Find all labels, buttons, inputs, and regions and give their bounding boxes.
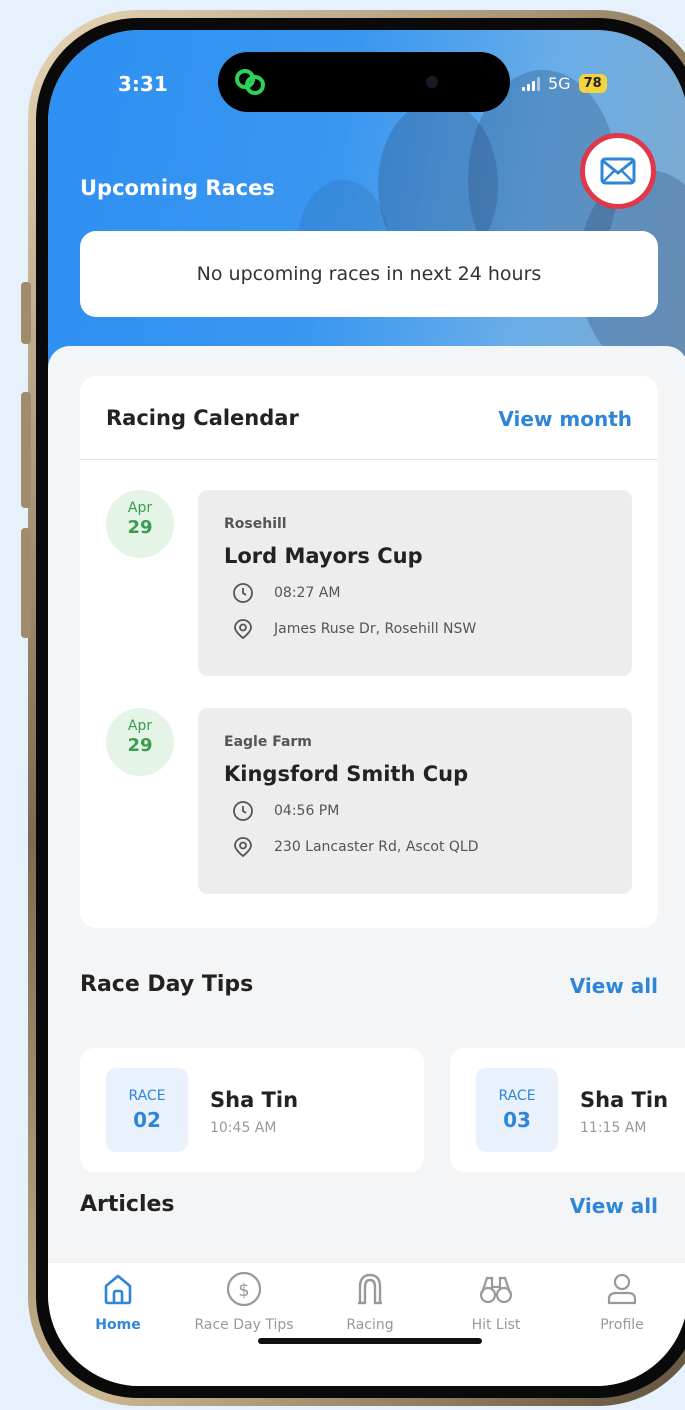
binoculars-icon [479,1276,513,1304]
event-name: Kingsford Smith Cup [224,762,469,786]
tip-venue: Sha Tin [580,1088,669,1112]
dollar-icon: $ [226,1271,262,1307]
status-indicators: 5G 78 [522,74,607,93]
tab-label: Hit List [471,1317,521,1333]
tab-racing[interactable]: Racing [310,1269,430,1333]
event-name: Lord Mayors Cup [224,544,423,568]
calendar-event[interactable]: Apr 29 Eagle Farm Kingsford Smith Cup 04… [80,708,658,898]
no-races-text: No upcoming races in next 24 hours [196,263,542,285]
phone-action-button [21,282,31,344]
race-label: RACE [128,1088,166,1104]
front-camera [426,76,438,88]
clock-icon [233,583,253,603]
event-venue: Eagle Farm [224,734,312,750]
tab-race-day-tips[interactable]: $ Race Day Tips [184,1269,304,1333]
event-time-row: 04:56 PM [224,800,632,822]
tab-home[interactable]: Home [58,1269,178,1333]
bottom-tab-bar: Home $ Race Day Tips Racing Hit List Pro… [48,1262,685,1386]
mail-button[interactable] [580,133,656,209]
event-address: 230 Lancaster Rd, Ascot QLD [274,839,479,855]
tab-label: Racing [346,1317,394,1333]
horseshoe-icon [358,1273,382,1305]
event-card[interactable]: Rosehill Lord Mayors Cup 08:27 AM James … [198,490,632,676]
race-number-badge: RACE 02 [106,1068,188,1152]
tab-label: Home [95,1317,141,1333]
race-number: 02 [133,1108,161,1132]
event-card[interactable]: Eagle Farm Kingsford Smith Cup 04:56 PM [198,708,632,894]
articles-title: Articles [80,1192,175,1217]
date-month: Apr [127,500,153,516]
battery-indicator: 78 [578,74,607,93]
tip-venue: Sha Tin [210,1088,299,1112]
tips-view-all-link[interactable]: View all [570,974,658,998]
tip-time: 10:45 AM [210,1120,277,1136]
race-number: 03 [503,1108,531,1132]
clock-icon [233,801,253,821]
location-pin-icon [234,837,252,858]
user-icon [607,1273,637,1305]
calendar-title: Racing Calendar [106,406,299,430]
network-type: 5G [548,74,571,93]
race-label: RACE [498,1088,536,1104]
svg-text:$: $ [238,1280,249,1301]
signal-icon [522,76,540,91]
tips-carousel[interactable]: RACE 02 Sha Tin 10:45 AM RACE 03 Sha Tin… [80,1048,685,1172]
event-address: James Ruse Dr, Rosehill NSW [274,621,477,637]
view-month-link[interactable]: View month [498,407,632,431]
event-location-row: James Ruse Dr, Rosehill NSW [224,618,632,640]
upcoming-races-title: Upcoming Races [80,176,275,200]
calendar-header: Racing Calendar View month [80,376,658,460]
main-content: Racing Calendar View month Apr 29 Rosehi… [48,346,685,1386]
tip-card[interactable]: RACE 02 Sha Tin 10:45 AM [80,1048,424,1172]
event-time: 04:56 PM [274,803,340,819]
event-time-row: 08:27 AM [224,582,632,604]
racing-calendar-card: Racing Calendar View month Apr 29 Rosehi… [80,376,658,928]
date-day: 29 [127,517,153,538]
phone-volume-down-button [21,528,31,638]
event-time: 08:27 AM [274,585,341,601]
mail-icon [600,157,636,185]
date-badge: Apr 29 [106,490,174,558]
date-badge: Apr 29 [106,708,174,776]
articles-view-all-link[interactable]: View all [570,1194,658,1218]
link-icon [235,69,265,95]
dynamic-island [218,52,510,112]
race-day-tips-title: Race Day Tips [80,972,254,997]
date-month: Apr [127,718,153,734]
upcoming-races-message: No upcoming races in next 24 hours [80,231,658,317]
tab-label: Race Day Tips [194,1317,294,1333]
tab-hit-list[interactable]: Hit List [436,1269,556,1333]
event-venue: Rosehill [224,516,287,532]
date-day: 29 [127,735,153,756]
home-icon [104,1274,132,1305]
tip-time: 11:15 AM [580,1120,647,1136]
home-indicator[interactable] [258,1338,482,1344]
event-location-row: 230 Lancaster Rd, Ascot QLD [224,836,632,858]
tab-label: Profile [600,1317,644,1333]
race-number-badge: RACE 03 [476,1068,558,1152]
tip-card[interactable]: RACE 03 Sha Tin 11:15 AM [450,1048,685,1172]
app-screen: 3:31 5G 78 Upcoming Races No upcoming ra… [48,30,685,1386]
tab-profile[interactable]: Profile [562,1269,682,1333]
phone-volume-up-button [21,392,31,508]
calendar-event[interactable]: Apr 29 Rosehill Lord Mayors Cup 08:27 AM [80,490,658,680]
location-pin-icon [234,619,252,640]
status-time: 3:31 [118,72,168,96]
